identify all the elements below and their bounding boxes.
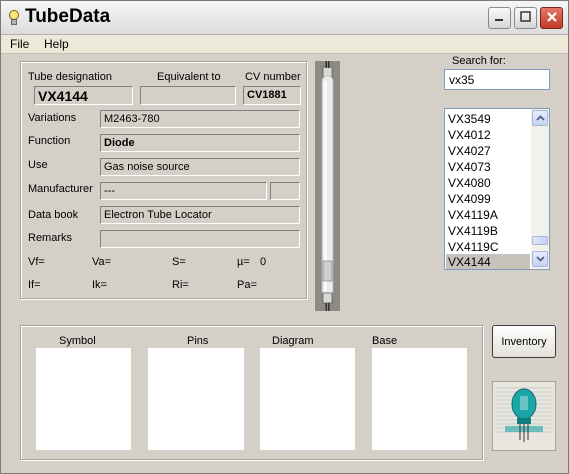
va-label: Va= <box>92 256 112 268</box>
cv-number-label: CV number <box>245 71 301 83</box>
scroll-down-button[interactable] <box>532 251 548 267</box>
menu-bar: File Help <box>1 35 568 54</box>
close-button[interactable] <box>540 7 563 29</box>
cv-number-field[interactable]: CV1881 <box>243 86 301 105</box>
list-item[interactable]: VX3549 <box>446 111 530 127</box>
tube-photo <box>315 61 340 311</box>
pins-image <box>148 348 244 450</box>
list-item[interactable]: VX4027 <box>446 143 530 159</box>
variations-label: Variations <box>28 112 77 124</box>
equivalent-label: Equivalent to <box>157 71 221 83</box>
equivalent-field[interactable] <box>140 86 236 105</box>
search-label: Search for: <box>452 55 506 67</box>
menu-file[interactable]: File <box>10 37 29 51</box>
list-item[interactable]: VX4119C <box>446 239 530 255</box>
manufacturer-label: Manufacturer <box>28 183 93 195</box>
diagram-image <box>260 348 355 450</box>
search-input[interactable]: vx35 <box>444 69 550 90</box>
base-image <box>372 348 467 450</box>
scroll-thumb[interactable] <box>532 236 548 245</box>
minimize-icon <box>494 11 505 25</box>
remarks-label: Remarks <box>28 232 73 244</box>
s-label: S= <box>172 256 186 268</box>
function-field[interactable]: Diode <box>100 134 300 152</box>
maximize-icon <box>520 11 531 25</box>
close-icon <box>546 11 558 26</box>
use-label: Use <box>28 159 48 171</box>
scroll-up-button[interactable] <box>532 110 548 126</box>
app-window: TubeData File Help Tube designation Equi… <box>0 0 569 474</box>
variations-field[interactable]: M2463-780 <box>100 110 300 128</box>
list-item-selected[interactable]: VX4144 <box>446 254 530 269</box>
list-item[interactable]: VX4012 <box>446 127 530 143</box>
app-logo <box>492 381 556 451</box>
symbol-label: Symbol <box>59 335 96 347</box>
symbol-image <box>36 348 131 450</box>
list-item[interactable]: VX4080 <box>446 175 530 191</box>
menu-help[interactable]: Help <box>44 37 69 51</box>
manufacturer-field[interactable]: --- <box>100 182 267 200</box>
tube-designation-field[interactable]: VX4144 <box>34 86 133 105</box>
vf-label: Vf= <box>28 256 45 268</box>
list-item[interactable]: VX4073 <box>446 159 530 175</box>
databook-field[interactable]: Electron Tube Locator <box>100 206 300 224</box>
tube-designation-label: Tube designation <box>28 71 112 83</box>
pa-label: Pa= <box>237 279 257 291</box>
diagram-label: Diagram <box>272 335 314 347</box>
function-label: Function <box>28 135 71 147</box>
chevron-up-icon <box>535 112 545 124</box>
minimize-button[interactable] <box>488 7 511 29</box>
databook-label: Data book <box>28 209 79 221</box>
chevron-down-icon <box>535 253 545 265</box>
lightbulb-icon <box>8 8 20 26</box>
mu-label: µ= <box>237 256 250 268</box>
base-label: Base <box>372 335 398 347</box>
list-item[interactable]: VX4099 <box>446 191 530 207</box>
maximize-button[interactable] <box>514 7 537 29</box>
if-label: If= <box>28 279 41 291</box>
inventory-button[interactable]: Inventory <box>492 325 556 358</box>
list-item[interactable]: VX4119B <box>446 223 530 239</box>
title-bar: TubeData <box>1 1 568 35</box>
manufacturer-extra-field[interactable] <box>270 182 300 200</box>
mu-value: 0 <box>260 256 267 268</box>
ik-label: Ik= <box>92 279 107 291</box>
remarks-field[interactable] <box>100 230 300 248</box>
pins-label: Pins <box>187 335 209 347</box>
list-scrollbar[interactable] <box>531 109 549 269</box>
ri-label: Ri= <box>172 279 189 291</box>
list-item[interactable]: VX4119A <box>446 207 530 223</box>
use-field[interactable]: Gas noise source <box>100 158 300 176</box>
window-title: TubeData <box>25 6 111 27</box>
tube-listbox[interactable]: VX3549 VX4012 VX4027 VX4073 VX4080 VX409… <box>444 108 550 270</box>
